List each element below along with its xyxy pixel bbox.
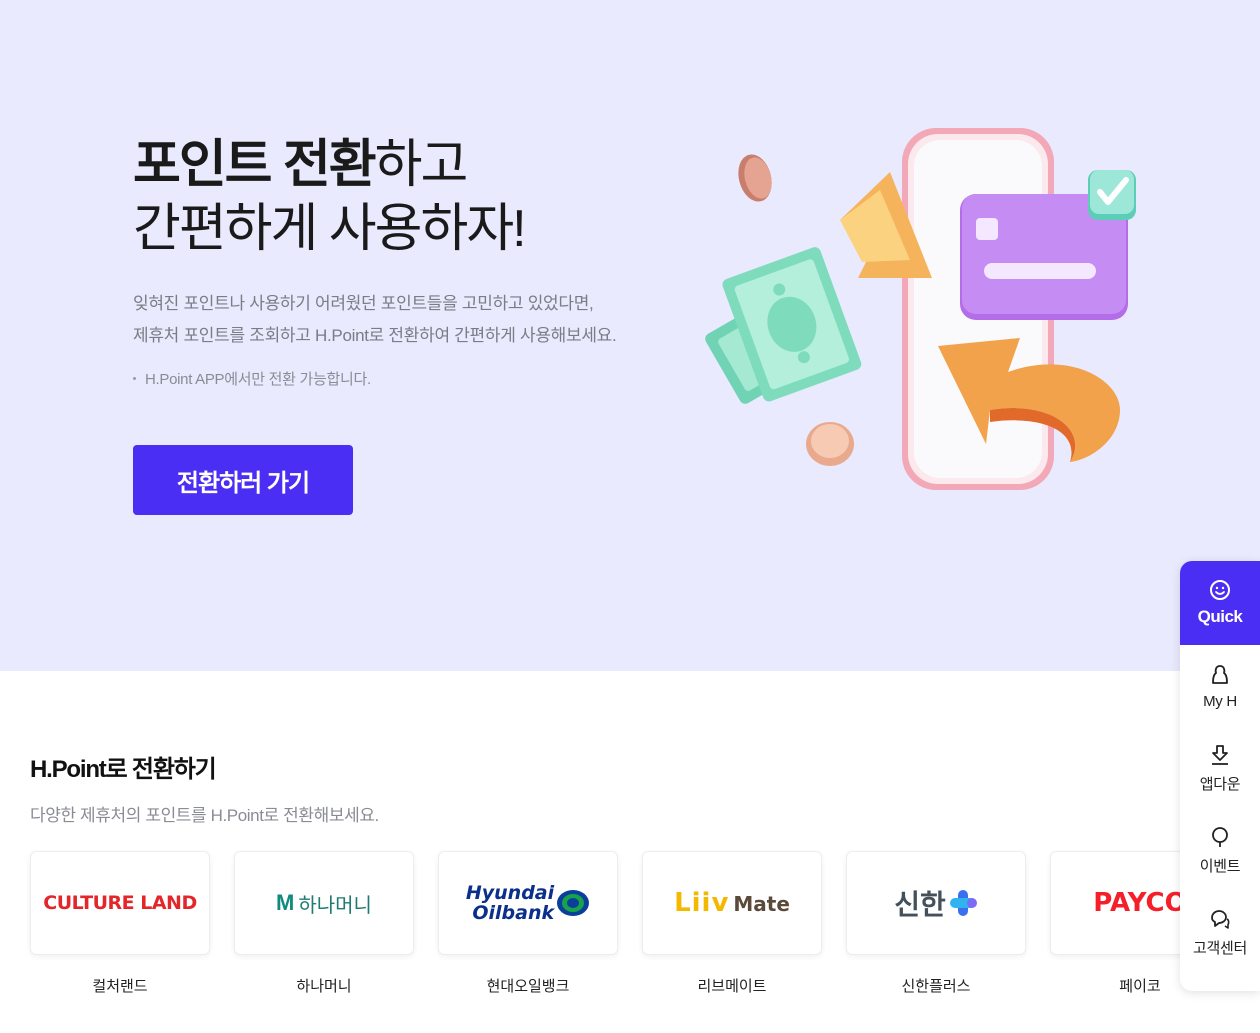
bullet-dot [133, 377, 136, 381]
hyundai-oilbank-logo: Hyundai Oilbank [466, 883, 590, 923]
cultureland-logo: CULTURE LAND [43, 892, 197, 914]
quick-item-label: 이벤트 [1199, 857, 1241, 875]
partner-item-cultureland[interactable]: CULTURE LAND 컬처랜드 [30, 851, 210, 996]
chat-icon [1211, 909, 1230, 929]
liiv-logo-mark: Liiv [674, 888, 730, 918]
hero-title-line2: 간편하게 사용하자! [133, 200, 527, 258]
section-subtitle: 다양한 제휴처의 포인트를 H.Point로 전환해보세요. [30, 806, 379, 825]
quick-item-customer-center[interactable]: 고객센터 [1180, 891, 1260, 973]
partner-list: CULTURE LAND 컬처랜드 M 하나머니 하나머니 Hyundai Oilb… [30, 851, 1254, 996]
hyundai-logo-line2: Oilbank [472, 902, 555, 924]
shinhan-plus-logo: 신한 [894, 883, 978, 923]
quick-menu: Quick My H 앱다운 이벤트 고객센터 [1180, 561, 1260, 991]
event-icon [1212, 826, 1228, 847]
hero-title-rest: 하고 [374, 136, 469, 194]
partner-item-hanamoney[interactable]: M 하나머니 하나머니 [234, 851, 414, 996]
partner-card[interactable]: Hyundai Oilbank [438, 851, 618, 955]
partner-name: 신한플러스 [901, 978, 971, 995]
shinhan-logo-text: 신한 [894, 889, 946, 920]
point-conversion-illustration [705, 128, 1136, 490]
liivmate-logo: Liiv Mate [674, 888, 790, 918]
plus-icon [949, 890, 977, 916]
hanamoney-logo-mark: M [276, 890, 295, 915]
partner-card[interactable]: CULTURE LAND [30, 851, 210, 955]
hyundai-oilbank-emblem-icon [557, 890, 590, 916]
quick-menu-toggle[interactable]: Quick [1180, 561, 1260, 645]
hero-desc-line2: 제휴처 포인트를 조회하고 H.Point로 전환하여 간편하게 사용해보세요. [133, 326, 617, 345]
partner-card[interactable]: Liiv Mate [642, 851, 822, 955]
user-icon [1212, 664, 1228, 684]
partner-item-shinhan-plus[interactable]: 신한 신한플러스 [846, 851, 1026, 996]
download-icon [1212, 744, 1228, 765]
hero-title: 포인트 전환하고 간편하게 사용하자! [133, 133, 527, 261]
liiv-logo-text: Mate [733, 892, 790, 916]
go-convert-button[interactable]: 전환하러 가기 [133, 445, 353, 515]
partner-item-hyundai-oilbank[interactable]: Hyundai Oilbank 현대오일뱅크 [438, 851, 618, 996]
partner-card[interactable]: M 하나머니 [234, 851, 414, 955]
hero-note-text: H.Point APP에서만 전환 가능합니다. [145, 371, 371, 388]
quick-item-label: 앱다운 [1199, 775, 1241, 793]
hero-title-bold: 포인트 전환 [133, 136, 377, 194]
partner-name: 컬처랜드 [92, 978, 148, 995]
hyundai-oilbank-logo-text: Hyundai Oilbank [466, 883, 554, 923]
partner-card[interactable]: 신한 [846, 851, 1026, 955]
quick-item-app-download[interactable]: 앱다운 [1180, 727, 1260, 809]
partner-item-liivmate[interactable]: Liiv Mate 리브메이트 [642, 851, 822, 996]
hyundai-logo-line1: Hyundai [465, 882, 555, 904]
smile-icon [1210, 580, 1230, 600]
hero-desc-line1: 잊혀진 포인트나 사용하기 어려웠던 포인트들을 고민하고 있었다면, [133, 294, 594, 313]
hanamoney-logo-text: 하나머니 [298, 894, 372, 917]
quick-item-my-h[interactable]: My H [1180, 645, 1260, 727]
hero-banner: 포인트 전환하고 간편하게 사용하자! 잊혀진 포인트나 사용하기 어려웠던 포… [0, 0, 1260, 671]
quick-item-label: 고객센터 [1192, 939, 1247, 957]
quick-item-event[interactable]: 이벤트 [1180, 809, 1260, 891]
partner-name: 하나머니 [296, 978, 352, 995]
partner-name: 리브메이트 [697, 978, 767, 995]
payco-logo: PAYCO [1093, 888, 1187, 918]
hero-note: H.Point APP에서만 전환 가능합니다. [133, 368, 371, 389]
hanamoney-logo: M 하나머니 [276, 889, 372, 918]
quick-menu-label: Quick [1197, 607, 1243, 626]
section-title: H.Point로 전환하기 [30, 756, 217, 783]
quick-item-label: My H [1203, 692, 1237, 710]
partner-name: 현대오일뱅크 [486, 978, 570, 995]
hero-description: 잊혀진 포인트나 사용하기 어려웠던 포인트들을 고민하고 있었다면, 제휴처 … [133, 288, 617, 352]
